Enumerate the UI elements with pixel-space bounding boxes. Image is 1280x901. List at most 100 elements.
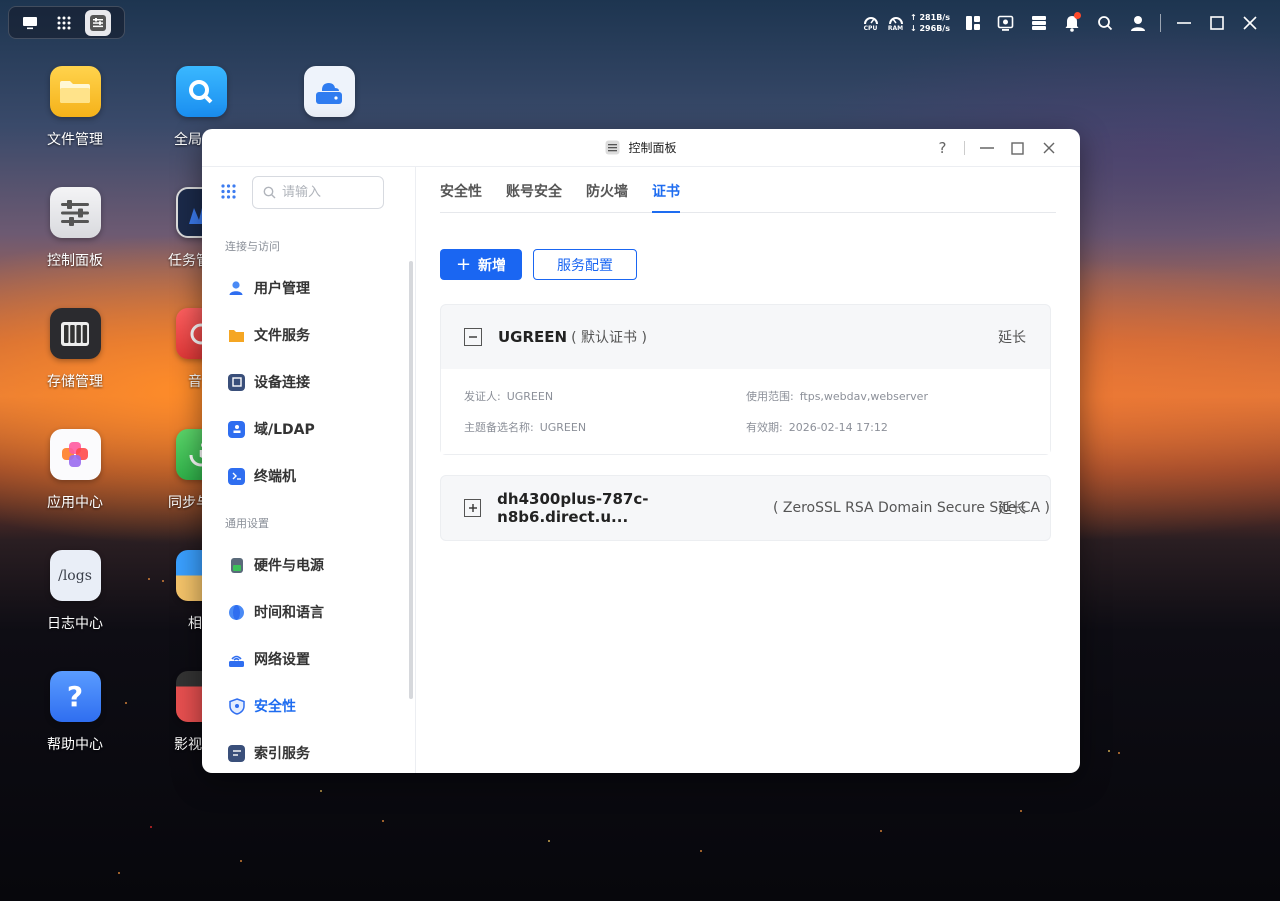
sidebar-item-security[interactable]: 安全性	[228, 691, 408, 721]
certificate-name: UGREEN	[498, 328, 568, 346]
desktop-log-center[interactable]: /logs 日志中心	[30, 550, 120, 633]
shield-icon	[228, 697, 245, 715]
maximize-button[interactable]	[1002, 137, 1033, 159]
sidebar-item-hardware-power[interactable]: 硬件与电源	[228, 550, 408, 580]
desktop-icon-label: 应用中心	[47, 495, 103, 511]
network-icon	[228, 651, 245, 668]
maximize-screen-button[interactable]	[1200, 10, 1233, 36]
certificate-header[interactable]: UGREEN ( 默认证书 ) 延长	[441, 305, 1050, 369]
minimize-icon	[1176, 22, 1191, 24]
plus-icon	[468, 504, 477, 512]
tab-firewall[interactable]: 防火墙	[586, 181, 628, 213]
network-speed[interactable]: ↑ 281B/s ↓ 296B/s	[910, 12, 956, 34]
section-label-connection: 连接与访问	[225, 240, 280, 253]
index-icon	[228, 744, 245, 762]
sidebar-scrollbar[interactable]	[409, 261, 413, 699]
cloud-drive-icon	[303, 66, 355, 117]
sidebar-item-label: 用户管理	[254, 281, 310, 297]
sidebar-item-label: 索引服务	[254, 746, 310, 762]
sidebar-menu-button[interactable]	[220, 183, 237, 204]
certificate-card: dh4300plus-787c-n8b6.direct.u... ( ZeroS…	[440, 475, 1051, 541]
server-icon	[1031, 16, 1046, 30]
sidebar: 连接与访问 用户管理 文件服务 设备连接 域/LDAP 终端机 通用设置 硬件与…	[202, 167, 416, 773]
certificate-header[interactable]: dh4300plus-787c-n8b6.direct.u... ( ZeroS…	[441, 476, 1050, 540]
sidebar-item-network[interactable]: 网络设置	[228, 644, 408, 674]
cpu-gauge[interactable]: CPU	[858, 14, 883, 32]
validity-value: 2026-02-14 17:12	[788, 421, 888, 434]
sidebar-item-label: 时间和语言	[254, 605, 324, 621]
alt-name-field: 主题备选名称: UGREEN	[464, 419, 586, 435]
sidebar-item-file-service[interactable]: 文件服务	[228, 320, 408, 350]
search-app-icon	[175, 66, 227, 117]
sidebar-item-label: 网络设置	[254, 652, 310, 668]
tab-security[interactable]: 安全性	[440, 181, 482, 213]
add-button-label: 新增	[478, 257, 507, 274]
add-certificate-button[interactable]: + 新增	[440, 249, 522, 280]
sidebar-item-time-language[interactable]: 时间和语言	[228, 597, 408, 627]
monitor-button[interactable]	[989, 10, 1022, 36]
download-speed: ↓ 296B/s	[910, 24, 950, 33]
user-button[interactable]	[1121, 10, 1154, 36]
sidebar-item-label: 硬件与电源	[254, 558, 324, 574]
ldap-icon	[228, 420, 245, 438]
search-icon	[263, 186, 276, 199]
user-icon	[1130, 15, 1145, 31]
issuer-label: 发证人:	[464, 390, 501, 403]
control-panel-icon	[90, 14, 106, 31]
sidebar-item-ldap[interactable]: 域/LDAP	[228, 414, 408, 444]
widgets-button[interactable]	[956, 10, 989, 36]
plus-icon: +	[455, 254, 472, 275]
certificate-details: 发证人: UGREEN 使用范围: ftps,webdav,webserver 主题…	[441, 369, 1050, 454]
help-tile-text: ?	[66, 680, 84, 713]
sidebar-item-user-management[interactable]: 用户管理	[228, 273, 408, 303]
issuer-field: 发证人: UGREEN	[464, 388, 553, 404]
minimize-button[interactable]	[971, 137, 1002, 159]
tab-account-security[interactable]: 账号安全	[506, 181, 562, 213]
app-grid-button[interactable]	[51, 10, 77, 36]
search-input[interactable]	[282, 185, 362, 200]
desktop-icon-label: 存储管理	[47, 374, 103, 390]
storage-icon	[49, 308, 101, 359]
monitor-icon	[997, 15, 1014, 31]
close-screen-button[interactable]	[1233, 10, 1266, 36]
certificate-name: dh4300plus-787c-n8b6.direct.u...	[497, 490, 649, 526]
ram-gauge[interactable]: RAM	[883, 14, 908, 32]
show-desktop-button[interactable]	[17, 10, 43, 36]
system-tray: CPU RAM ↑ 281B/s ↓ 296B/s	[858, 10, 1266, 36]
folder-icon	[49, 66, 101, 117]
app-center-icon	[49, 429, 101, 480]
certificate-card: UGREEN ( 默认证书 ) 延长 发证人: UGREEN 使用范围: ftps,…	[440, 304, 1051, 455]
sidebar-item-terminal[interactable]: 终端机	[228, 461, 408, 491]
help-button[interactable]: ?	[927, 137, 958, 159]
notifications-button[interactable]	[1055, 10, 1088, 36]
window-titlebar[interactable]: 控制面板 ?	[202, 129, 1080, 167]
desktop-file-manager[interactable]: 文件管理	[30, 66, 120, 149]
control-panel-icon	[49, 187, 101, 238]
alt-name-value: UGREEN	[539, 421, 587, 434]
search-button[interactable]	[1088, 10, 1121, 36]
desktop-app-center[interactable]: 应用中心	[30, 429, 120, 512]
service-config-button[interactable]: 服务配置	[533, 249, 637, 280]
scope-field: 使用范围: ftps,webdav,webserver	[746, 388, 928, 404]
renew-button[interactable]: 延长	[998, 327, 1026, 347]
storage-status-button[interactable]	[1022, 10, 1055, 36]
desktop-control-panel[interactable]: 控制面板	[30, 187, 120, 270]
controls-divider	[964, 141, 965, 155]
sidebar-item-device-connection[interactable]: 设备连接	[228, 367, 408, 397]
desktop-storage-manager[interactable]: 存储管理	[30, 308, 120, 391]
close-button[interactable]	[1033, 137, 1064, 159]
sidebar-search[interactable]	[252, 176, 384, 209]
desktop-help-center[interactable]: ? 帮助中心	[30, 671, 120, 754]
renew-button[interactable]: 延长	[998, 498, 1026, 518]
desktop-cloud-drive[interactable]	[284, 66, 374, 117]
control-panel-window: 控制面板 ? 连接与访问 用户管理	[202, 129, 1080, 773]
sidebar-item-label: 设备连接	[254, 375, 310, 391]
minimize-all-button[interactable]	[1167, 10, 1200, 36]
collapse-toggle[interactable]	[464, 328, 482, 346]
taskbar-control-panel-button[interactable]	[85, 9, 111, 36]
expand-toggle[interactable]	[464, 499, 482, 517]
minimize-icon	[979, 147, 994, 149]
grid-icon	[221, 184, 236, 199]
sidebar-item-index-service[interactable]: 索引服务	[228, 738, 408, 768]
tab-certificates[interactable]: 证书	[652, 181, 680, 213]
